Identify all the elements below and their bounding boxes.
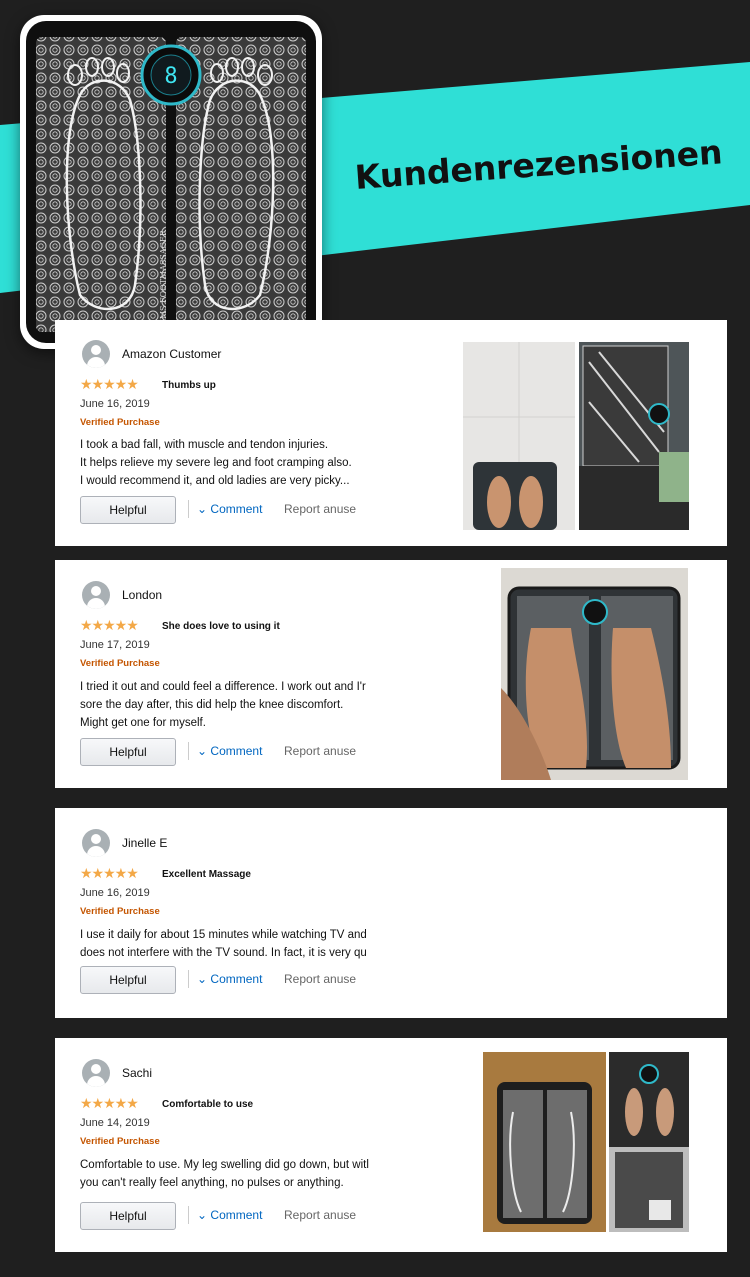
review-card: London ★★★★★ She does love to using it J… <box>55 560 727 788</box>
review-headline[interactable]: Thumbs up <box>162 380 216 391</box>
review-date: June 14, 2019 <box>80 1117 150 1129</box>
review-photo[interactable] <box>463 342 575 530</box>
review-line: It helps relieve my severe leg and foot … <box>80 457 352 469</box>
review-card: Amazon Customer ★★★★★ Thumbs up June 16,… <box>55 320 727 546</box>
comment-label: Comment <box>210 502 263 516</box>
avatar <box>82 1059 110 1087</box>
report-abuse-link[interactable]: Report anuse <box>284 744 356 758</box>
divider <box>188 1206 189 1224</box>
star-rating: ★★★★★ <box>80 865 139 881</box>
verified-purchase-badge: Verified Purchase <box>80 658 160 669</box>
review-line: I tried it out and could feel a differen… <box>80 681 366 693</box>
reviewer-name[interactable]: London <box>122 588 162 602</box>
review-photo[interactable] <box>579 342 689 530</box>
avatar <box>82 829 110 857</box>
report-abuse-link[interactable]: Report anuse <box>284 502 356 516</box>
review-line: Comfortable to use. My leg swelling did … <box>80 1159 369 1171</box>
helpful-button[interactable]: Helpful <box>80 496 176 524</box>
review-card: Sachi ★★★★★ Comfortable to use June 14, … <box>55 1038 727 1252</box>
star-rating: ★★★★★ <box>80 376 139 392</box>
avatar <box>82 581 110 609</box>
comment-link[interactable]: ⌄ Comment <box>197 972 262 986</box>
review-body: I took a bad fall, with muscle and tendo… <box>80 436 388 490</box>
divider <box>188 500 189 518</box>
comment-link[interactable]: ⌄ Comment <box>197 1208 262 1222</box>
reviewer-name[interactable]: Jinelle E <box>122 836 167 850</box>
review-body: Comfortable to use. My leg swelling did … <box>80 1156 388 1192</box>
reviewer-name[interactable]: Amazon Customer <box>122 347 221 361</box>
review-body: I tried it out and could feel a differen… <box>80 678 388 732</box>
comment-link[interactable]: ⌄ Comment <box>197 744 262 758</box>
comment-label: Comment <box>210 972 263 986</box>
review-line: I use it daily for about 15 minutes whil… <box>80 929 367 941</box>
review-date: June 16, 2019 <box>80 398 150 410</box>
star-rating: ★★★★★ <box>80 1095 139 1111</box>
product-image: 8 EMS FOOTMASSAGER <box>20 15 322 349</box>
review-photo[interactable] <box>483 1052 606 1232</box>
review-body: I use it daily for about 15 minutes whil… <box>80 926 388 962</box>
comment-label: Comment <box>210 1208 263 1222</box>
review-date: June 17, 2019 <box>80 639 150 651</box>
review-line: I took a bad fall, with muscle and tendo… <box>80 439 329 451</box>
mat-label: EMS FOOTMASSAGER <box>159 229 168 325</box>
reviewer-name[interactable]: Sachi <box>122 1066 152 1080</box>
avatar <box>82 340 110 368</box>
report-abuse-link[interactable]: Report anuse <box>284 1208 356 1222</box>
verified-purchase-badge: Verified Purchase <box>80 1136 160 1147</box>
review-line: sore the day after, this did help the kn… <box>80 699 344 711</box>
star-rating: ★★★★★ <box>80 617 139 633</box>
review-line: does not interfere with the TV sound. In… <box>80 947 367 959</box>
divider <box>188 742 189 760</box>
report-abuse-link[interactable]: Report anuse <box>284 972 356 986</box>
verified-purchase-badge: Verified Purchase <box>80 906 160 917</box>
review-headline[interactable]: Excellent Massage <box>162 869 251 880</box>
review-line: you can't really feel anything, no pulse… <box>80 1177 344 1189</box>
review-headline[interactable]: Comfortable to use <box>162 1099 253 1110</box>
display-digit: 8 <box>164 64 177 89</box>
review-date: June 16, 2019 <box>80 887 150 899</box>
comment-link[interactable]: ⌄ Comment <box>197 502 262 516</box>
helpful-button[interactable]: Helpful <box>80 966 176 994</box>
chevron-down-icon: ⌄ <box>197 744 208 758</box>
review-photo[interactable] <box>501 568 688 780</box>
verified-purchase-badge: Verified Purchase <box>80 417 160 428</box>
review-line: Might get one for myself. <box>80 717 206 729</box>
comment-label: Comment <box>210 744 263 758</box>
review-line: I would recommend it, and old ladies are… <box>80 475 350 487</box>
divider <box>188 970 189 988</box>
helpful-button[interactable]: Helpful <box>80 738 176 766</box>
review-headline[interactable]: She does love to using it <box>162 621 280 632</box>
chevron-down-icon: ⌄ <box>197 1208 208 1222</box>
review-card: Jinelle E ★★★★★ Excellent Massage June 1… <box>55 808 727 1018</box>
review-photo[interactable] <box>609 1052 689 1232</box>
chevron-down-icon: ⌄ <box>197 972 208 986</box>
helpful-button[interactable]: Helpful <box>80 1202 176 1230</box>
chevron-down-icon: ⌄ <box>197 502 208 516</box>
